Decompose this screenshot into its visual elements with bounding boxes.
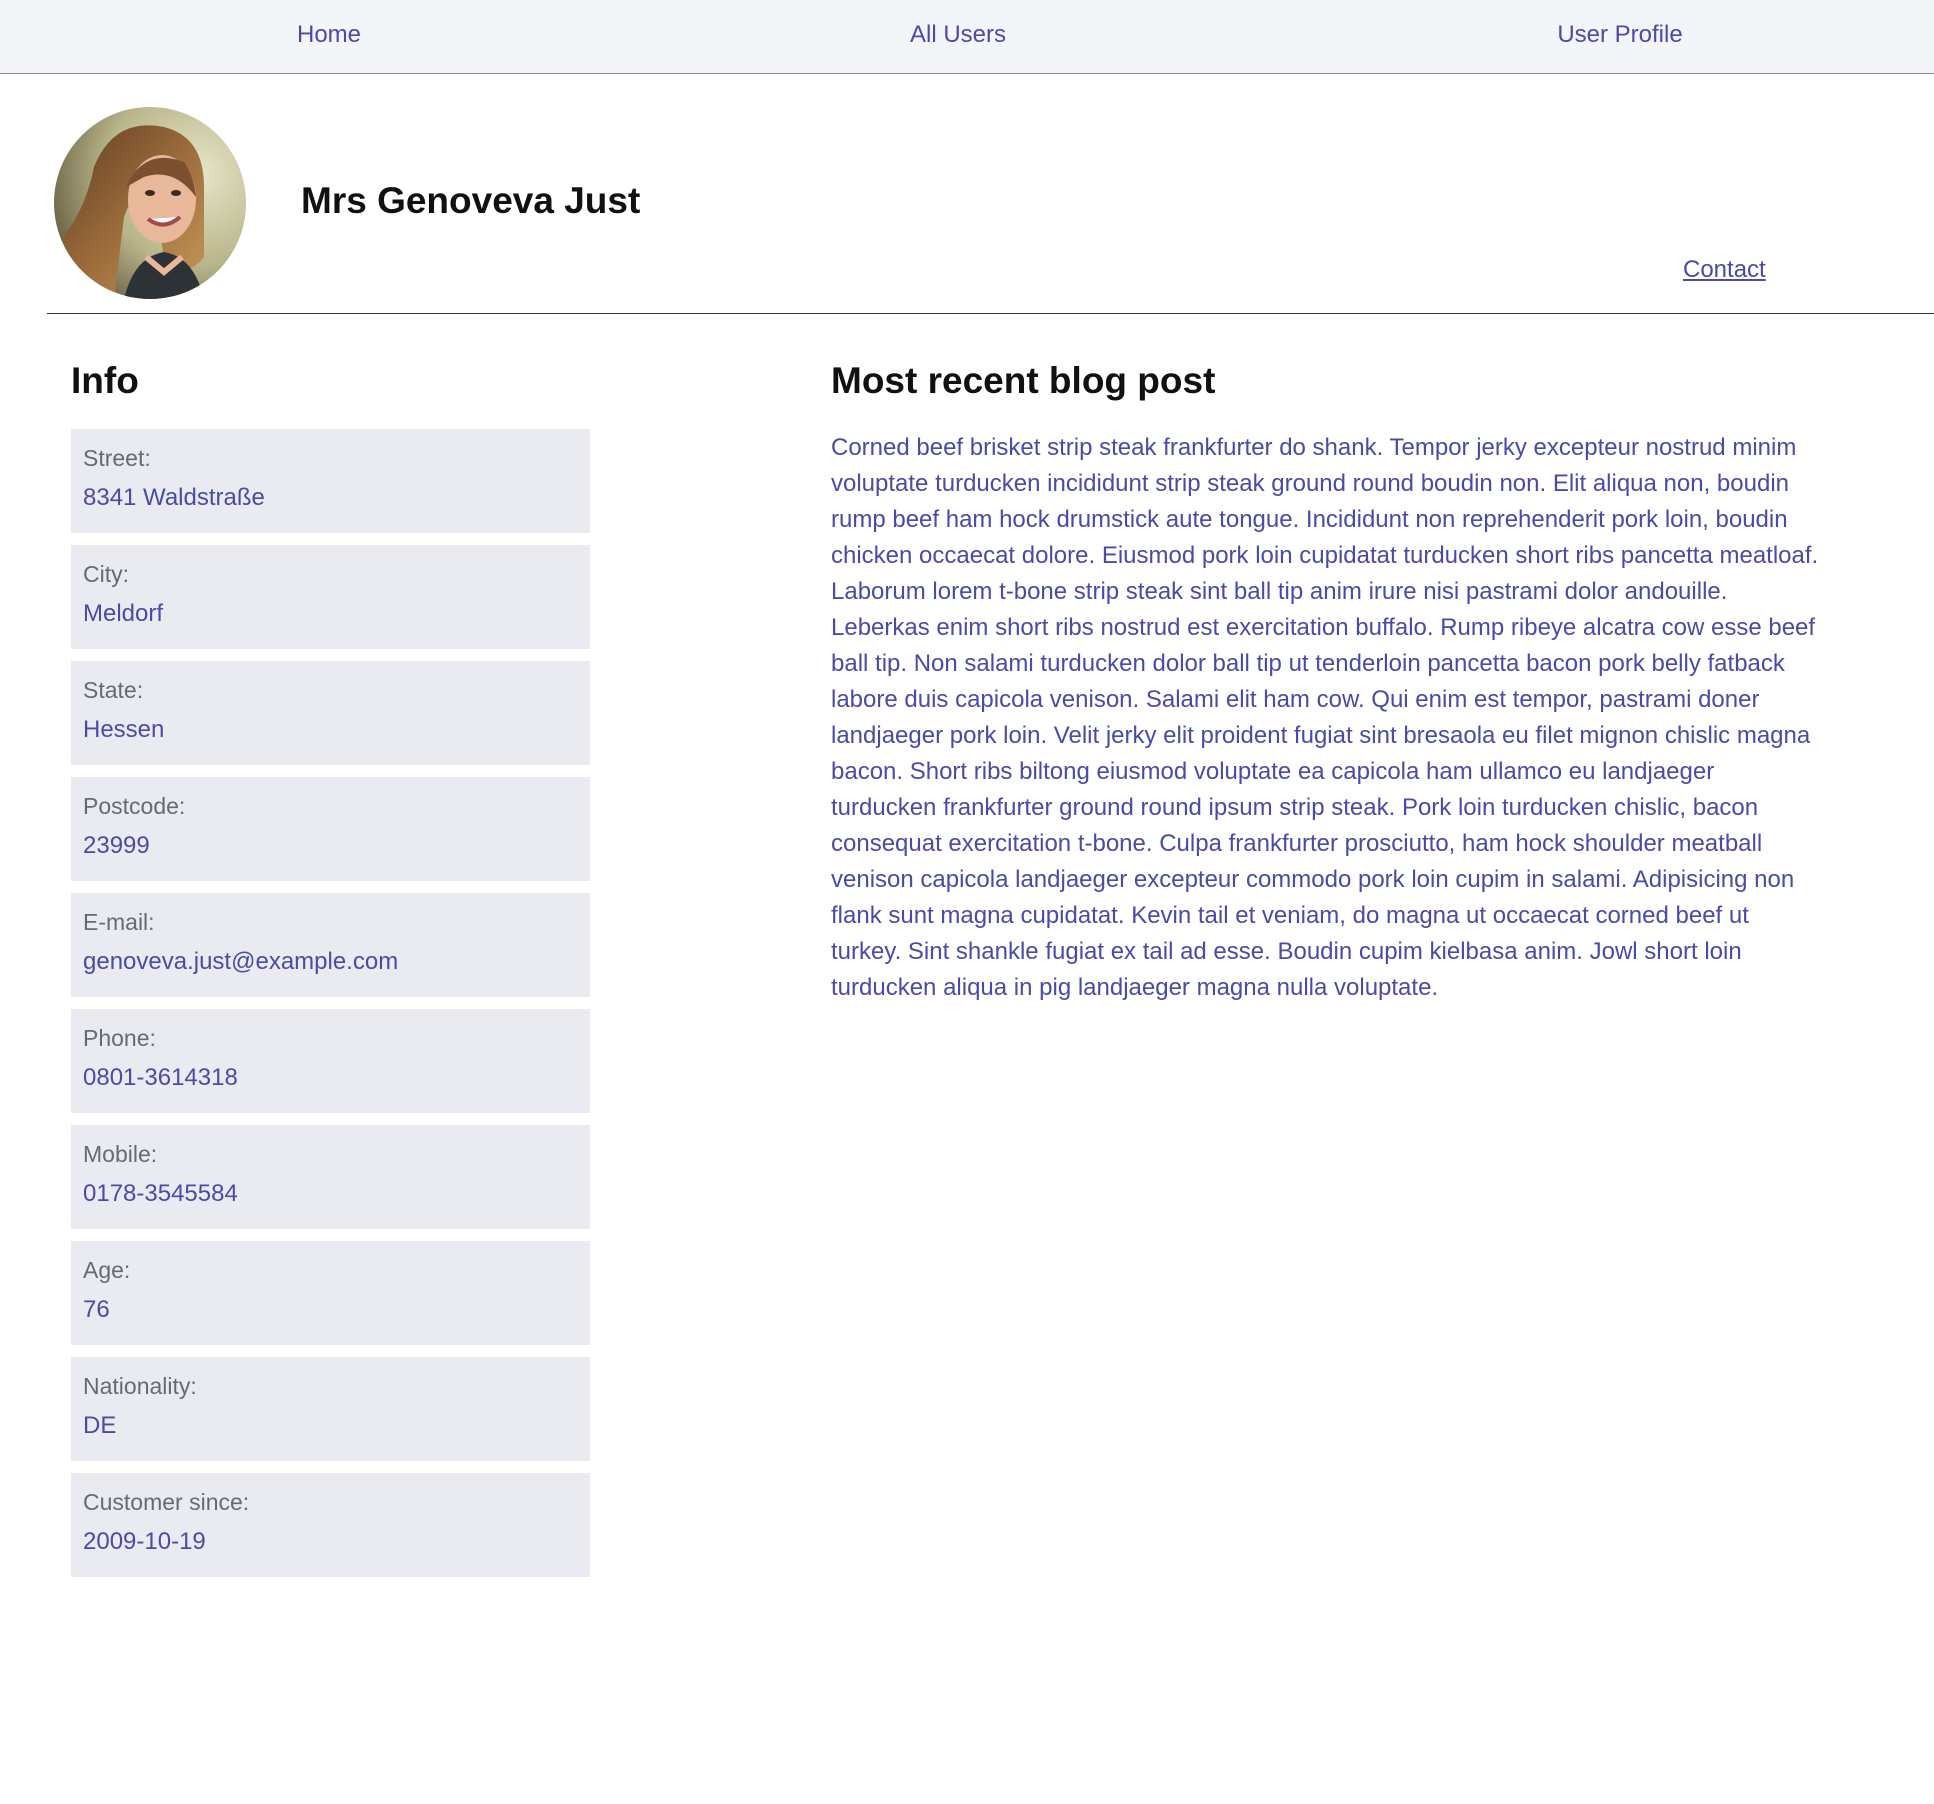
info-label: Phone: [83, 1025, 156, 1051]
info-label: Postcode: [83, 793, 186, 819]
info-list: Street: 8341 Waldstraße City: Meldorf St… [71, 429, 590, 1589]
info-value: Hessen [83, 716, 165, 743]
info-label: Nationality: [83, 1373, 197, 1399]
avatar [54, 107, 246, 299]
info-card-city: City: Meldorf [71, 545, 590, 649]
info-card-state: State: Hessen [71, 661, 590, 765]
info-value: 2009-10-19 [83, 1528, 206, 1555]
info-value: 23999 [83, 832, 150, 859]
blog-post-body: Corned beef brisket strip steak frankfur… [831, 434, 1819, 1001]
header-divider [47, 313, 1934, 314]
info-card-phone: Phone: 0801-3614318 [71, 1009, 590, 1113]
contact-link[interactable]: Contact [1683, 256, 1766, 284]
info-card-customer-since: Customer since: 2009-10-19 [71, 1473, 590, 1577]
info-label: Age: [83, 1257, 131, 1283]
info-value: 0801-3614318 [83, 1064, 238, 1091]
blog-heading: Most recent blog post [831, 360, 1216, 401]
info-card-nationality: Nationality: DE [71, 1357, 590, 1461]
info-label: City: [83, 561, 129, 587]
info-label: E-mail: [83, 909, 155, 935]
nav-link-user-profile[interactable]: User Profile [1557, 0, 1682, 74]
info-label: State: [83, 677, 144, 703]
info-value: 0178-3545584 [83, 1180, 238, 1207]
profile-name: Mrs Genoveva Just [301, 180, 641, 221]
info-card-age: Age: 76 [71, 1241, 590, 1345]
info-value: 76 [83, 1296, 110, 1323]
info-value: DE [83, 1412, 117, 1439]
info-card-street: Street: 8341 Waldstraße [71, 429, 590, 533]
info-heading: Info [71, 360, 139, 401]
top-navigation: Home All Users User Profile [0, 0, 1934, 74]
info-label: Mobile: [83, 1141, 158, 1167]
nav-link-home[interactable]: Home [297, 0, 361, 74]
info-card-email: E-mail: genoveva.just@example.com [71, 893, 590, 997]
nav-link-all-users[interactable]: All Users [910, 0, 1006, 74]
info-card-postcode: Postcode: 23999 [71, 777, 590, 881]
info-label: Street: [83, 445, 151, 471]
info-value: Meldorf [83, 600, 164, 627]
info-value: genoveva.just@example.com [83, 948, 399, 975]
info-label: Customer since: [83, 1489, 250, 1515]
info-card-mobile: Mobile: 0178-3545584 [71, 1125, 590, 1229]
info-value: 8341 Waldstraße [83, 484, 265, 511]
